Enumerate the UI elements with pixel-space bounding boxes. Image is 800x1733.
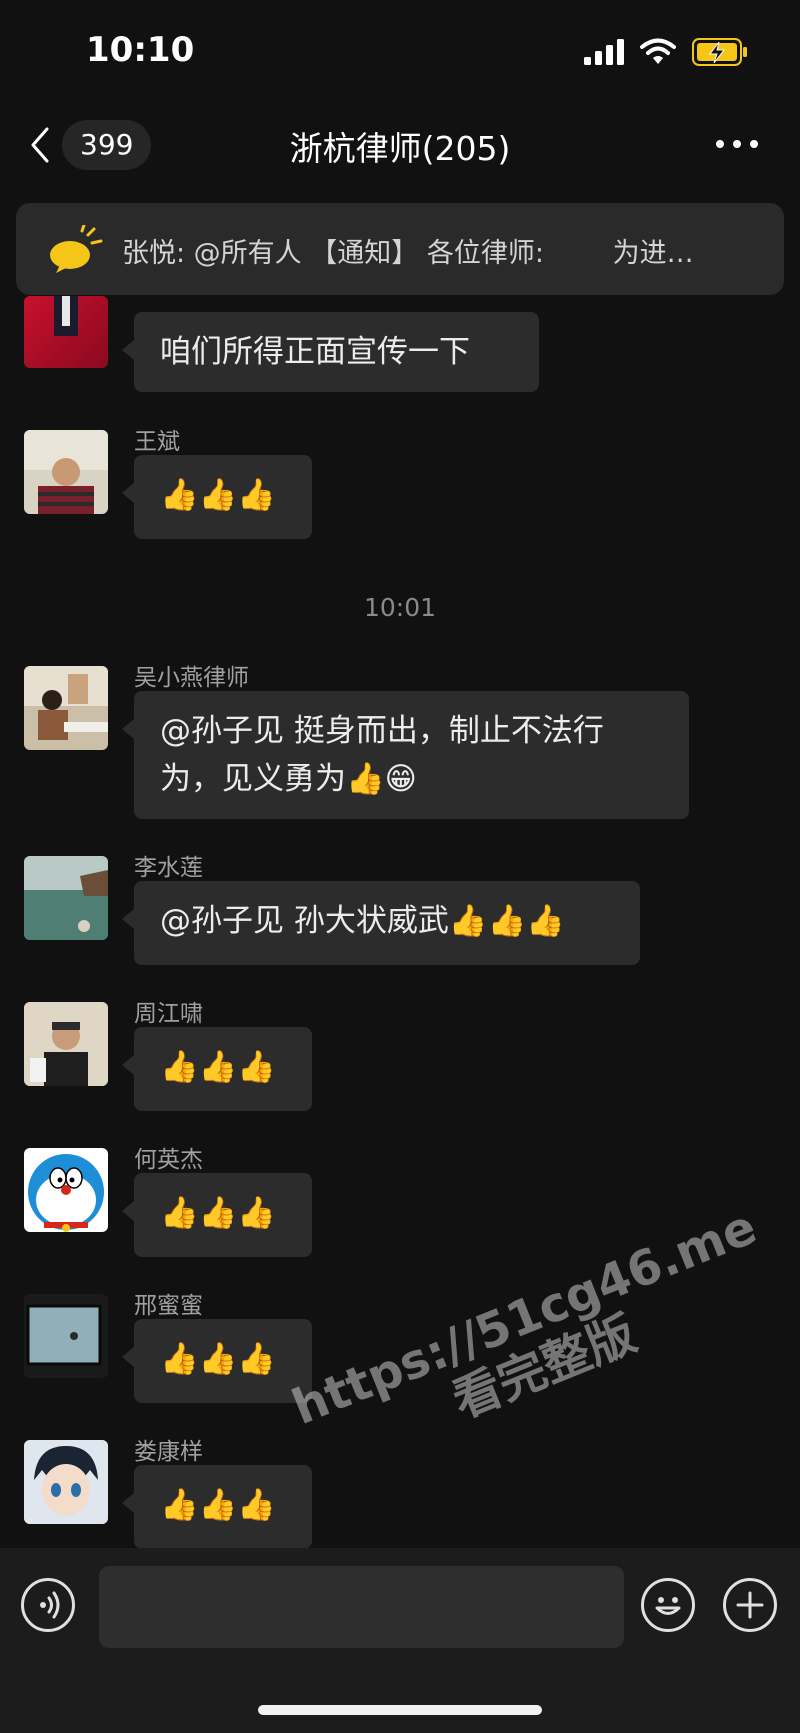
sender-name: 王斌 xyxy=(134,429,180,455)
avatar[interactable] xyxy=(24,1148,108,1232)
avatar[interactable] xyxy=(24,856,108,940)
voice-icon xyxy=(40,1591,60,1619)
home-indicator xyxy=(258,1705,542,1715)
avatar[interactable] xyxy=(24,1002,108,1086)
watermark: https://51cg46.me 看完整版 xyxy=(285,1199,784,1485)
avatar[interactable] xyxy=(24,666,108,750)
message-input[interactable] xyxy=(99,1566,624,1648)
message-text-line-1: @孙子见 挺身而出，制止不法行 xyxy=(160,713,604,749)
status-bar: 10:10 xyxy=(0,0,800,100)
doraemon-avatar xyxy=(28,1154,104,1232)
battery-charging-icon xyxy=(692,38,747,66)
emoji-button[interactable] xyxy=(641,1578,695,1632)
avatar[interactable] xyxy=(24,1440,108,1524)
avatar[interactable] xyxy=(24,296,108,368)
time-separator: 10:01 xyxy=(363,593,437,622)
wifi-icon xyxy=(640,38,676,64)
anime-avatar xyxy=(24,1440,108,1524)
message-bubble[interactable]: 👍👍👍 xyxy=(122,1173,312,1257)
message-bubble[interactable]: 咱们所得正面宣传一下 xyxy=(122,312,539,392)
pinned-notice-bar[interactable]: 张悦: @所有人 【通知】 各位律师: 为进… xyxy=(16,203,784,295)
more-actions-button[interactable] xyxy=(723,1578,777,1632)
avatar[interactable] xyxy=(24,1294,108,1378)
sender-name: 何英杰 xyxy=(134,1147,203,1173)
sender-name: 李水莲 xyxy=(134,855,203,881)
thumbs-up-emoji-group: 👍👍👍 xyxy=(160,477,276,513)
chat-header: 399 浙杭律师(205) xyxy=(0,100,800,184)
chat-title: 浙杭律师(205) xyxy=(289,129,511,168)
message-bubble[interactable]: 👍👍👍 xyxy=(122,1465,312,1549)
thumbs-up-emoji-group: 👍👍👍 xyxy=(160,1195,276,1231)
thumbs-up-emoji-group: 👍👍👍 xyxy=(160,1049,276,1085)
voice-input-button[interactable] xyxy=(21,1578,75,1632)
message-bubble[interactable]: 👍👍👍 xyxy=(122,1319,312,1403)
more-options-icon[interactable] xyxy=(712,126,762,162)
smiley-icon xyxy=(655,1597,681,1615)
input-bar xyxy=(0,1548,800,1733)
avatar[interactable] xyxy=(24,430,108,514)
sender-name: 吴小燕律师 xyxy=(134,665,249,691)
cellular-signal-icon xyxy=(584,39,624,65)
status-time: 10:10 xyxy=(86,30,195,70)
message-bubble[interactable]: @孙子见 挺身而出，制止不法行 为，见义勇为👍😁 xyxy=(122,691,689,819)
sender-name: 周江啸 xyxy=(134,1001,203,1027)
message-text: @孙子见 孙大状威武👍👍👍 xyxy=(160,903,565,939)
announcement-icon xyxy=(50,225,103,273)
message-bubble[interactable]: @孙子见 孙大状威武👍👍👍 xyxy=(122,881,640,965)
sender-name: 娄康样 xyxy=(134,1439,203,1465)
message-text-line-2: 为，见义勇为👍😁 xyxy=(160,761,417,797)
status-icons xyxy=(584,38,748,66)
message-bubble[interactable]: 👍👍👍 xyxy=(122,1027,312,1111)
thumbs-up-emoji-group: 👍👍👍 xyxy=(160,1341,276,1377)
plus-icon xyxy=(736,1591,764,1619)
message-bubble[interactable]: 👍👍👍 xyxy=(122,455,312,539)
sender-name: 邢蜜蜜 xyxy=(134,1293,203,1319)
message-text: 咱们所得正面宣传一下 xyxy=(160,334,470,370)
thumbs-up-emoji-group: 👍👍👍 xyxy=(160,1487,276,1523)
notice-text: 张悦: @所有人 【通知】 各位律师: 为进… xyxy=(122,238,694,269)
